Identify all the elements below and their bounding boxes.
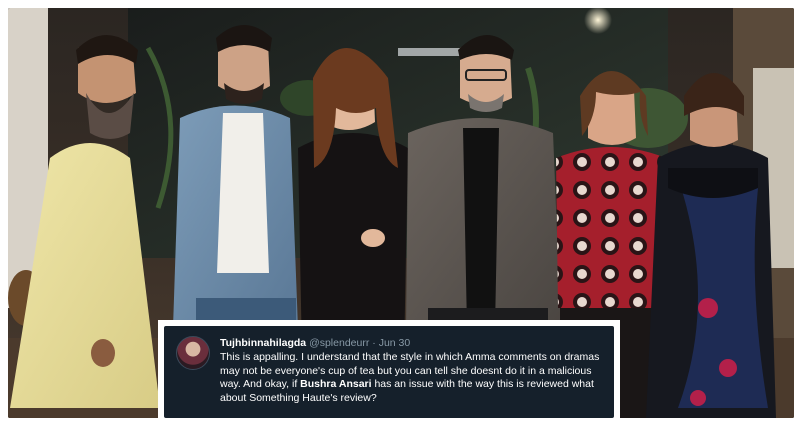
image-frame: Tujhbinnahilagda @splendeurr · Jun 30 Th… xyxy=(0,0,800,429)
tweet-content: Tujhbinnahilagda @splendeurr · Jun 30 Th… xyxy=(220,336,602,410)
user-avatar[interactable] xyxy=(176,336,210,370)
tweet-text: This is appalling. I understand that the… xyxy=(220,351,602,405)
tweet-header: Tujhbinnahilagda @splendeurr · Jun 30 xyxy=(220,336,602,350)
tweet-card[interactable]: Tujhbinnahilagda @splendeurr · Jun 30 Th… xyxy=(164,326,614,418)
tweet-date[interactable]: Jun 30 xyxy=(379,337,411,349)
tweet-card-border: Tujhbinnahilagda @splendeurr · Jun 30 Th… xyxy=(158,320,620,424)
display-name[interactable]: Tujhbinnahilagda xyxy=(220,337,306,349)
tweet-text-bold: Bushra Ansari xyxy=(300,378,372,390)
separator-dot: · xyxy=(372,337,376,349)
user-handle[interactable]: @splendeurr xyxy=(309,337,369,349)
